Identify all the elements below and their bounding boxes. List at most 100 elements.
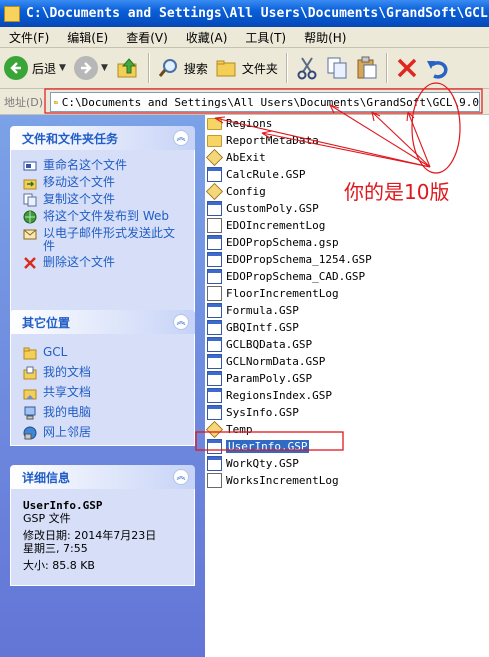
file-list-item[interactable]: EDOPropSchema_1254.GSP xyxy=(207,251,372,268)
file-list-item[interactable]: AbExit xyxy=(206,149,266,166)
file-name: GCLBQData.GSP xyxy=(226,338,313,351)
file-name: WorksIncrementLog xyxy=(226,474,339,487)
file-list-item[interactable]: GBQIntf.GSP xyxy=(207,319,299,336)
menu-favorites[interactable]: 收藏(A) xyxy=(177,29,237,46)
file-name: AbExit xyxy=(226,151,266,164)
place-my-documents[interactable]: 我的文档 xyxy=(23,366,186,380)
menu-view[interactable]: 查看(V) xyxy=(117,29,177,46)
folders-button[interactable]: 文件夹 xyxy=(212,51,282,85)
file-list-item[interactable]: CalcRule.GSP xyxy=(207,166,305,183)
file-list-item[interactable]: GCLBQData.GSP xyxy=(207,336,312,353)
detail-size: 大小: 85.8 KB xyxy=(23,559,95,572)
task-pane: 文件和文件夹任务 ︽ 重命名这个文件 移动这个文件 复制这个文件 将这个文件发布… xyxy=(0,115,205,657)
back-button[interactable]: 后退 ▼ xyxy=(0,51,70,85)
menu-file[interactable]: 文件(F) xyxy=(0,29,58,46)
task-delete[interactable]: 删除这个文件 xyxy=(23,256,186,270)
gsp-file-icon xyxy=(207,235,222,250)
file-list-item[interactable]: EDOPropSchema.gsp xyxy=(207,234,339,251)
title-bar[interactable]: C:\Documents and Settings\All Users\Docu… xyxy=(0,0,489,27)
collapse-chevron-icon[interactable]: ︽ xyxy=(173,130,189,146)
place-shared-documents[interactable]: 共享文档 xyxy=(23,386,186,400)
file-icon xyxy=(207,218,222,233)
collapse-chevron-icon[interactable]: ︽ xyxy=(173,314,189,330)
gsp-file-icon xyxy=(207,337,222,352)
detail-modified: 修改日期: 2014年7月23日 xyxy=(23,529,157,542)
file-name: SysInfo.GSP xyxy=(226,406,299,419)
panel-title: 其它位置 xyxy=(22,315,71,330)
task-rename[interactable]: 重命名这个文件 xyxy=(23,159,186,173)
search-button[interactable]: 搜索 xyxy=(154,51,212,85)
delete-button[interactable] xyxy=(392,51,422,85)
place-my-computer[interactable]: 我的电脑 xyxy=(23,406,186,420)
my-documents-icon xyxy=(23,366,37,380)
file-list-item[interactable]: ParamPoly.GSP xyxy=(207,370,312,387)
detail-filename: UserInfo.GSP xyxy=(23,499,103,512)
menu-tools[interactable]: 工具(T) xyxy=(236,29,295,46)
task-move[interactable]: 移动这个文件 xyxy=(23,176,186,190)
panel-body: UserInfo.GSP GSP 文件 修改日期: 2014年7月23日 星期三… xyxy=(10,489,195,586)
up-button[interactable] xyxy=(112,51,144,85)
email-icon xyxy=(23,229,37,240)
file-list-item[interactable]: Regions xyxy=(207,115,272,132)
chevron-down-icon[interactable]: ▼ xyxy=(59,63,66,73)
cut-icon xyxy=(297,57,317,80)
collapse-chevron-icon[interactable]: ︽ xyxy=(173,469,189,485)
place-network[interactable]: 网上邻居 xyxy=(23,426,186,440)
application-icon xyxy=(206,149,223,166)
address-field[interactable]: C:\Documents and Settings\All Users\Docu… xyxy=(50,92,480,112)
file-list-item[interactable]: Config xyxy=(206,183,266,200)
forward-arrow-icon xyxy=(73,56,98,80)
file-name: RegionsIndex.GSP xyxy=(226,389,332,402)
file-list-item[interactable]: CustomPoly.GSP xyxy=(207,200,319,217)
file-name: Config xyxy=(226,185,266,198)
chevron-down-icon[interactable]: ▼ xyxy=(101,63,108,73)
forward-button[interactable]: ▼ xyxy=(70,51,112,85)
file-list-item[interactable]: GCLNormData.GSP xyxy=(207,353,325,370)
address-path: C:\Documents and Settings\All Users\Docu… xyxy=(61,95,479,109)
panel-header[interactable]: 其它位置 ︽ xyxy=(10,310,195,334)
undo-button[interactable] xyxy=(422,51,454,85)
copy-button[interactable] xyxy=(322,51,352,85)
place-gcl[interactable]: GCL xyxy=(23,346,186,360)
file-name: CalcRule.GSP xyxy=(226,168,306,181)
application-icon xyxy=(206,183,223,200)
toolbar-separator xyxy=(147,53,150,83)
file-list-item[interactable]: WorksIncrementLog xyxy=(207,472,339,489)
task-copy[interactable]: 复制这个文件 xyxy=(23,193,186,207)
panel-header[interactable]: 详细信息 ︽ xyxy=(10,465,195,489)
move-icon xyxy=(23,179,37,190)
file-list-item[interactable]: RegionsIndex.GSP xyxy=(207,387,332,404)
file-name: GCLNormData.GSP xyxy=(226,355,326,368)
folder-icon xyxy=(4,5,20,22)
gsp-file-icon xyxy=(207,405,222,420)
task-publish-web[interactable]: 将这个文件发布到 Web xyxy=(23,210,186,224)
task-email[interactable]: 以电子邮件形式发送此文件 xyxy=(23,227,186,253)
file-list-item[interactable]: WorkQty.GSP xyxy=(207,455,299,472)
file-name: CustomPoly.GSP xyxy=(226,202,319,215)
rename-icon xyxy=(23,161,37,171)
file-list-item[interactable]: UserInfo.GSP xyxy=(207,438,310,455)
folder-icon xyxy=(207,134,222,147)
file-list-item[interactable]: ReportMetaData xyxy=(207,132,319,149)
file-name: EDOPropSchema.gsp xyxy=(226,236,339,249)
file-name: EDOIncrementLog xyxy=(226,219,326,232)
gsp-file-icon xyxy=(207,456,222,471)
gsp-file-icon xyxy=(207,167,222,182)
paste-button[interactable] xyxy=(352,51,382,85)
place-label: GCL xyxy=(43,345,68,359)
address-label: 地址(D) xyxy=(4,95,44,109)
file-list-item[interactable]: FloorIncrementLog xyxy=(207,285,339,302)
task-label: 以电子邮件形式发送此文件 xyxy=(43,226,176,253)
application-icon xyxy=(206,421,223,438)
panel-header[interactable]: 文件和文件夹任务 ︽ xyxy=(10,126,195,150)
file-list-item[interactable]: Temp xyxy=(206,421,253,438)
menu-help[interactable]: 帮助(H) xyxy=(295,29,355,46)
cut-button[interactable] xyxy=(292,51,322,85)
menu-edit[interactable]: 编辑(E) xyxy=(58,29,117,46)
file-list-item[interactable]: EDOPropSchema_CAD.GSP xyxy=(207,268,365,285)
place-label: 共享文档 xyxy=(43,385,92,399)
file-list-item[interactable]: SysInfo.GSP xyxy=(207,404,299,421)
paste-icon xyxy=(357,56,377,79)
file-list-item[interactable]: EDOIncrementLog xyxy=(207,217,325,234)
file-list-item[interactable]: Formula.GSP xyxy=(207,302,299,319)
